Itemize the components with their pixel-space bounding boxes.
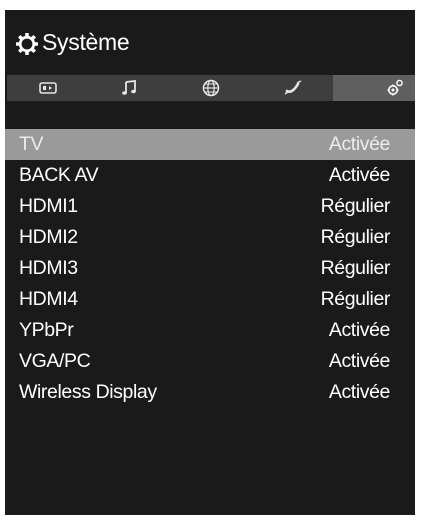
row-label: HDMI1: [19, 195, 78, 217]
list-item-hdmi2[interactable]: HDMI2 Régulier: [5, 222, 415, 253]
row-label: Wireless Display: [19, 381, 157, 403]
list-item-hdmi1[interactable]: HDMI1 Régulier: [5, 191, 415, 222]
settings-cogs-icon: [385, 78, 405, 98]
list-item-back-av[interactable]: BACK AV Activée: [5, 160, 415, 191]
row-value: Activée: [328, 133, 391, 155]
list-item-hdmi4[interactable]: HDMI4 Régulier: [5, 284, 415, 315]
list-item-vga-pc[interactable]: VGA/PC Activée: [5, 346, 415, 377]
row-value: Activée: [328, 319, 391, 341]
source-list: TV Activée BACK AV Activée HDMI1 Régulie…: [5, 129, 415, 408]
row-value: Activée: [328, 381, 391, 403]
tab-channel[interactable]: [252, 75, 334, 101]
globe-icon: [201, 78, 221, 98]
row-value: Régulier: [320, 288, 391, 310]
list-item-hdmi3[interactable]: HDMI3 Régulier: [5, 253, 415, 284]
gear-icon: [15, 32, 39, 56]
music-note-icon: [120, 79, 138, 97]
tab-system[interactable]: [333, 75, 415, 101]
row-value: Régulier: [320, 195, 391, 217]
tab-network[interactable]: [170, 75, 252, 101]
tab-sound[interactable]: [89, 75, 171, 101]
row-label: HDMI3: [19, 257, 78, 279]
picture-icon: [38, 80, 58, 96]
row-label: VGA/PC: [19, 350, 91, 372]
row-label: TV: [19, 133, 44, 155]
title-bar: Système: [5, 10, 415, 76]
satellite-icon: [283, 79, 303, 97]
tv-menu-panel: Système TV Activée BACK AV Activée HDMI1…: [5, 10, 415, 515]
row-label: HDMI4: [19, 288, 78, 310]
row-label: BACK AV: [19, 164, 99, 186]
list-item-tv[interactable]: TV Activée: [5, 129, 415, 160]
row-value: Activée: [328, 350, 391, 372]
row-value: Activée: [328, 164, 391, 186]
row-label: HDMI2: [19, 226, 78, 248]
tab-picture[interactable]: [7, 75, 89, 101]
page-title: Système: [42, 29, 130, 55]
row-label: YPbPr: [19, 319, 74, 341]
row-value: Régulier: [320, 257, 391, 279]
list-item-wireless-display[interactable]: Wireless Display Activée: [5, 377, 415, 408]
category-tabs: [7, 75, 415, 101]
row-value: Régulier: [320, 226, 391, 248]
list-item-ypbpr[interactable]: YPbPr Activée: [5, 315, 415, 346]
